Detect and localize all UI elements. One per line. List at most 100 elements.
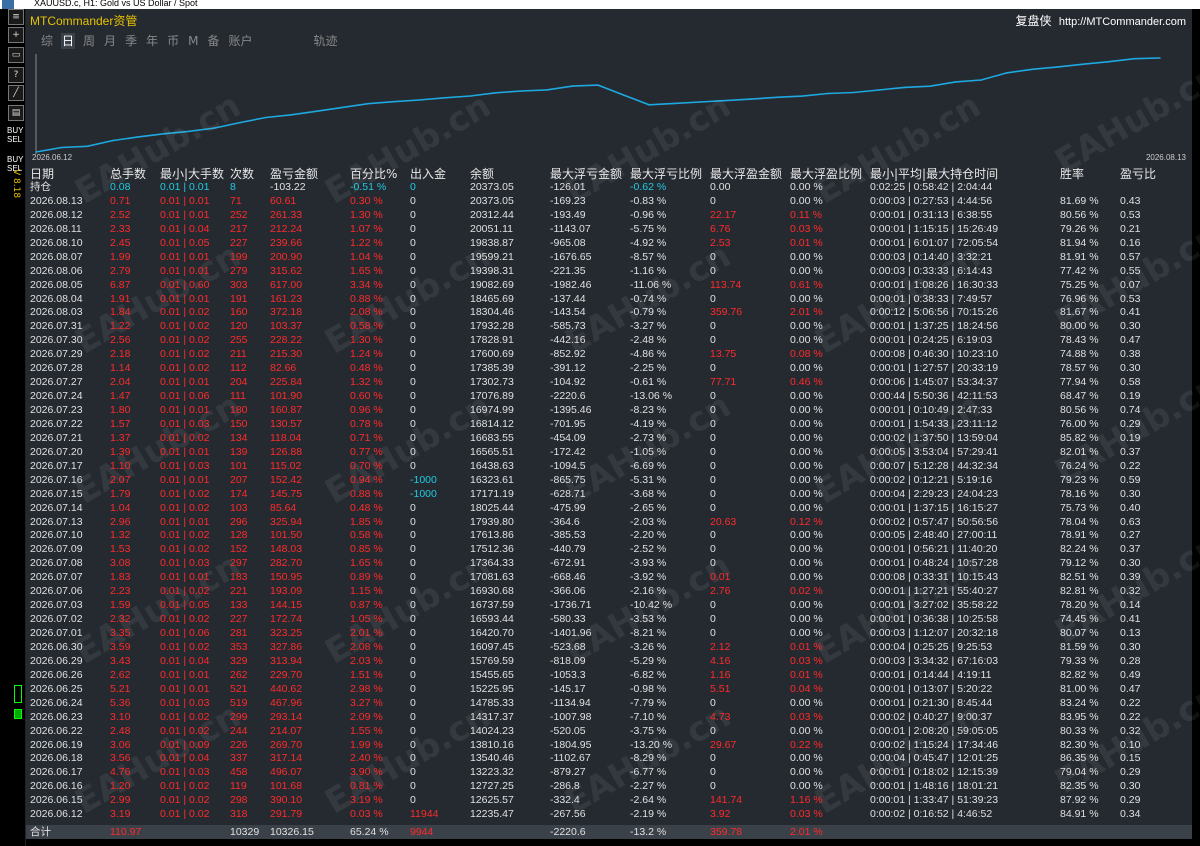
table-cell: 130.57	[270, 417, 303, 430]
tab-3[interactable]: 月	[103, 33, 117, 49]
table-row[interactable]: 2026.08.03 1.84 0.01 | 0.02 160 372.18 2.08 %…	[26, 306, 1192, 320]
table-row[interactable]: 2026.07.03 1.59 0.01 | 0.05 133 144.15 0.87 %…	[26, 599, 1192, 613]
table-row[interactable]: 2026.07.29 2.18 0.01 | 0.02 211 215.30 1.24 %…	[26, 348, 1192, 362]
equity-point	[980, 79, 982, 81]
table-cell: 3.27 %	[350, 696, 383, 709]
table-row[interactable]: 2026.07.10 1.32 0.01 | 0.02 128 101.50 0.58 %…	[26, 529, 1192, 543]
table-row[interactable]: 2026.06.22 2.48 0.01 | 0.02 244 214.07 1.55 %…	[26, 725, 1192, 739]
table-row[interactable]: 2026.07.15 1.79 0.01 | 0.02 174 145.75 0.88 %…	[26, 488, 1192, 502]
table-cell: 467.96	[270, 696, 303, 709]
table-row[interactable]: 2026.07.24 1.47 0.01 | 0.06 111 101.90 0.60 %…	[26, 390, 1192, 404]
crosshair-icon[interactable]: +	[8, 27, 24, 43]
website-link[interactable]: http://MTCommander.com	[1059, 16, 1186, 28]
table-row[interactable]: 2026.07.31 1.22 0.01 | 0.02 120 103.37 0.58 %…	[26, 320, 1192, 334]
table-cell: 227	[230, 613, 248, 626]
table-row[interactable]: 2026.07.01 3.35 0.01 | 0.06 281 323.25 2.01 %…	[26, 627, 1192, 641]
table-cell: 0.89 %	[350, 571, 383, 584]
equity-point	[1031, 68, 1034, 71]
table-cell: 0.28	[1120, 654, 1141, 667]
tab-6[interactable]: 币	[166, 33, 180, 49]
table-cell: -879.27	[550, 766, 586, 779]
table-row[interactable]: 2026.08.10 2.45 0.01 | 0.05 227 239.66 1.22 %…	[26, 237, 1192, 251]
table-row[interactable]: 2026.08.05 6.87 0.01 | 0.60 303 617.00 3.34 %…	[26, 279, 1192, 293]
table-cell: 297	[230, 557, 248, 570]
table-row[interactable]: 2026.07.22 1.57 0.01 | 0.03 150 130.57 0.78 %…	[26, 418, 1192, 432]
table-row[interactable]: 2026.06.25 5.21 0.01 | 0.01 521 440.62 2.98 %…	[26, 683, 1192, 697]
column-header: 百分比%	[350, 167, 398, 181]
table-cell: 0.00 %	[790, 696, 823, 709]
table-cell: 0:00:03 | 3:34:32 | 67:16:03	[870, 654, 999, 667]
table-cell: 0.00 %	[790, 529, 823, 542]
help-icon[interactable]: ?	[8, 67, 24, 83]
table-row[interactable]: 2026.07.02 2.32 0.01 | 0.02 227 172.74 1.05 %…	[26, 613, 1192, 627]
chart-icon[interactable]: ▤	[8, 105, 24, 121]
table-row[interactable]: 2026.08.04 1.91 0.01 | 0.01 191 161.23 0.88 %…	[26, 293, 1192, 307]
table-row[interactable]: 2026.06.17 4.76 0.01 | 0.03 458 496.07 3.90 %…	[26, 766, 1192, 780]
table-row[interactable]: 2026.07.13 2.96 0.01 | 0.01 296 325.94 1.85 %…	[26, 516, 1192, 530]
holding-row[interactable]: 持仓 0.08 0.01 | 0.01 8 -103.22 -0.51 % 0 20373.0…	[26, 181, 1192, 195]
table-row[interactable]: 2026.07.08 3.08 0.01 | 0.03 297 282.70 1.65 %…	[26, 557, 1192, 571]
table-row[interactable]: 2026.06.29 3.43 0.01 | 0.04 329 313.94 2.03 %…	[26, 655, 1192, 669]
table-row[interactable]: 2026.07.28 1.14 0.01 | 0.02 112 82.66 0.48 % 0…	[26, 362, 1192, 376]
table-cell: 16438.63	[470, 459, 514, 472]
tab-5[interactable]: 年	[145, 33, 159, 49]
table-row[interactable]: 2026.07.16 2.07 0.01 | 0.01 207 152.42 0.94 %…	[26, 474, 1192, 488]
table-cell: 0.30	[1120, 640, 1141, 653]
table-row[interactable]: 2026.06.26 2.62 0.01 | 0.01 262 229.70 1.51 %…	[26, 669, 1192, 683]
table-row[interactable]: 2026.06.18 3.56 0.01 | 0.04 337 317.14 2.40 %…	[26, 752, 1192, 766]
table-row[interactable]: 2026.07.21 1.37 0.01 | 0.02 134 118.04 0.71 %…	[26, 432, 1192, 446]
table-row[interactable]: 2026.08.12 2.52 0.01 | 0.01 252 261.33 1.30 %…	[26, 209, 1192, 223]
trend-icon[interactable]: ╱	[8, 85, 24, 101]
table-cell: 1.30 %	[350, 334, 383, 347]
table-cell: 0.00 %	[790, 404, 823, 416]
window-title: XAUUSD.c, H1: Gold vs US Dollar / Spot	[34, 0, 198, 8]
table-row[interactable]: 2026.07.17 1.10 0.01 | 0.03 101 115.02 0.70 %…	[26, 460, 1192, 474]
table-cell: 145.75	[270, 487, 303, 500]
table-row[interactable]: 2026.08.11 2.33 0.01 | 0.04 217 212.24 1.07 %…	[26, 223, 1192, 237]
table-row[interactable]: 2026.06.30 3.59 0.01 | 0.02 353 327.86 2.08 %…	[26, 641, 1192, 655]
table-cell: -8.57 %	[630, 250, 667, 263]
tab-9[interactable]: 账户	[227, 33, 253, 49]
table-cell: 323.25	[270, 627, 303, 639]
table-row[interactable]: 2026.07.30 2.56 0.01 | 0.02 255 228.22 1.30 %…	[26, 334, 1192, 348]
table-row[interactable]: 2026.06.19 3.06 0.01 | 0.09 226 269.70 1.99 %…	[26, 739, 1192, 753]
table-cell: -818.09	[550, 654, 586, 667]
tab-4[interactable]: 季	[124, 33, 138, 49]
table-cell: 1.57	[110, 417, 131, 430]
table-cell: 0	[410, 682, 416, 695]
column-header: 次数	[230, 167, 255, 181]
table-row[interactable]: 2026.07.20 1.39 0.01 | 0.01 139 126.88 0.77 %…	[26, 446, 1192, 460]
table-row[interactable]: 2026.06.23 3.10 0.01 | 0.02 299 293.14 2.09 %…	[26, 711, 1192, 725]
table-row[interactable]: 2026.07.27 2.04 0.01 | 0.01 204 225.84 1.32 %…	[26, 376, 1192, 390]
table-row[interactable]: 2026.07.09 1.53 0.01 | 0.02 152 148.03 0.85 %…	[26, 543, 1192, 557]
table-row[interactable]: 2026.08.06 2.79 0.01 | 0.01 279 315.62 1.65 %…	[26, 265, 1192, 279]
table-row[interactable]: 2026.06.12 3.19 0.01 | 0.02 318 291.79 0.03 %…	[26, 808, 1192, 822]
tab-2[interactable]: 周	[82, 33, 96, 49]
table-row[interactable]: 2026.06.24 5.36 0.01 | 0.03 519 467.96 3.27 %…	[26, 697, 1192, 711]
zoom-icon[interactable]: ▭	[8, 47, 24, 63]
buy-label-2[interactable]: BUY	[7, 155, 23, 164]
sell-label[interactable]: SEL	[7, 135, 22, 144]
table-row[interactable]: 2026.07.07 1.83 0.01 | 0.01 183 150.95 0.89 %…	[26, 571, 1192, 585]
table-row[interactable]: 2026.06.15 2.99 0.01 | 0.02 298 390.10 3.19 %…	[26, 794, 1192, 808]
table-cell: 0.77 %	[350, 445, 383, 458]
buy-label[interactable]: BUY	[7, 126, 23, 135]
table-row[interactable]: 2026.08.13 0.71 0.01 | 0.01 71 60.61 0.30 % 0 2…	[26, 195, 1192, 209]
table-cell: 1.22	[110, 320, 131, 333]
table-row[interactable]: 2026.08.07 1.99 0.01 | 0.01 199 200.90 1.04 %…	[26, 251, 1192, 265]
tab-8[interactable]: 备	[206, 33, 220, 49]
tab-10[interactable]: 轨迹	[313, 33, 339, 49]
table-row[interactable]: 2026.07.23 1.80 0.01 | 0.01 180 160.87 0.96 %…	[26, 404, 1192, 418]
equity-point	[878, 89, 880, 91]
table-row[interactable]: 2026.07.14 1.04 0.01 | 0.02 103 85.64 0.48 % 0…	[26, 502, 1192, 516]
tab-1[interactable]: 日	[61, 33, 76, 49]
table-row[interactable]: 2026.06.16 1.20 0.01 | 0.02 119 101.68 0.81 %…	[26, 780, 1192, 794]
tab-0[interactable]: 综	[40, 33, 54, 49]
tab-7[interactable]: M	[187, 33, 199, 49]
table-cell: -7.79 %	[630, 696, 667, 709]
table-cell: 0.00 %	[790, 445, 823, 458]
table-cell: 2.52	[110, 208, 131, 221]
table-row[interactable]: 2026.07.06 2.23 0.01 | 0.02 221 193.09 1.15 %…	[26, 585, 1192, 599]
list-icon[interactable]: ≡	[8, 9, 24, 25]
table-cell: 325.94	[270, 515, 303, 528]
